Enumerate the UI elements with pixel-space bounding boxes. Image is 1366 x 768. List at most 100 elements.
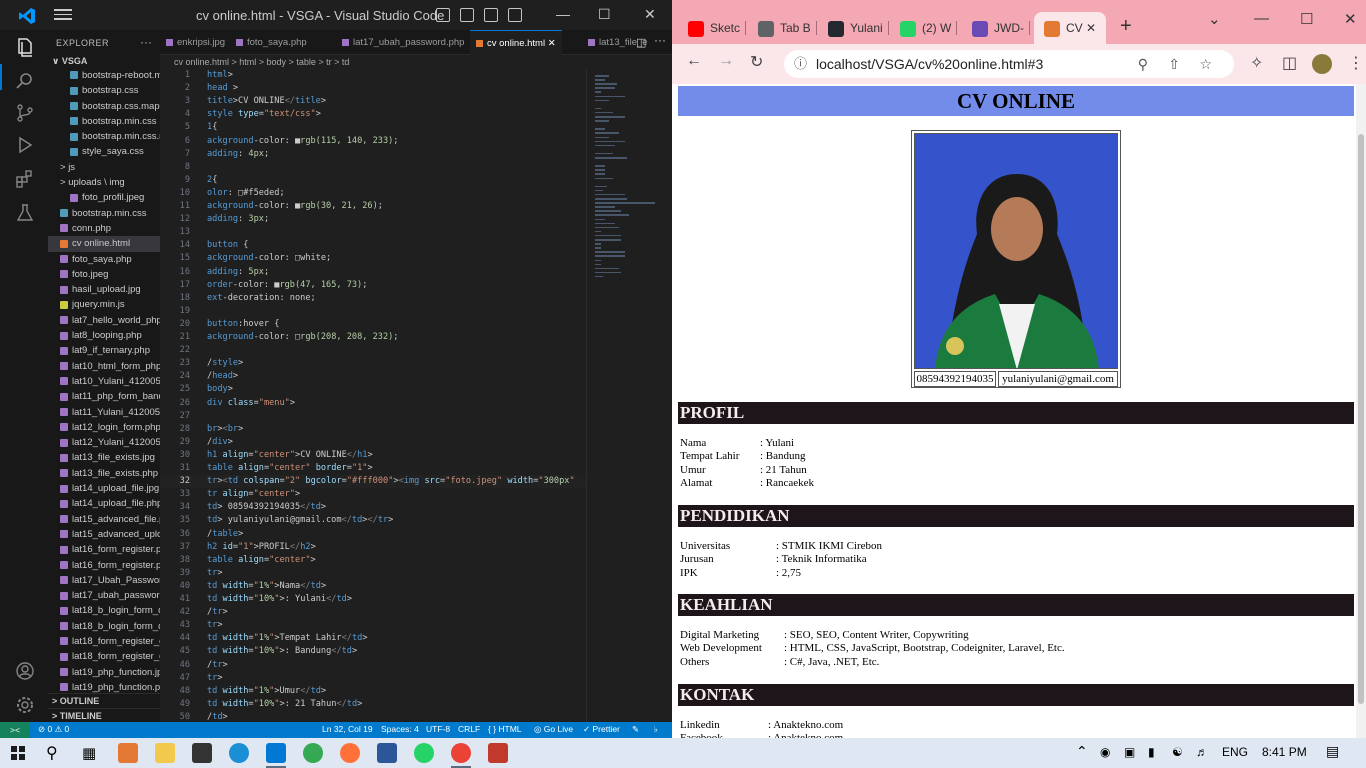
vscode-app-icon[interactable] — [266, 743, 286, 763]
file-tree-item[interactable]: bootstrap.min.css — [48, 206, 160, 221]
file-explorer-icon[interactable] — [155, 743, 175, 763]
cursor-position[interactable]: Ln 32, Col 19 — [322, 724, 373, 734]
file-tree-item[interactable]: lat16_form_register.php — [48, 542, 160, 557]
explorer-more-icon[interactable]: ··· — [140, 35, 152, 49]
code-line[interactable]: 15 ackground-color: □white; — [160, 252, 586, 265]
editor-tab[interactable]: cv online.html ✕ — [470, 30, 562, 55]
account-icon[interactable] — [14, 660, 36, 682]
code-line[interactable]: 23/style> — [160, 357, 586, 370]
maximize-icon[interactable]: ☐ — [1300, 10, 1313, 28]
code-line[interactable]: 17 order-color: ■rgb(47, 165, 73); — [160, 279, 586, 292]
language-indicator[interactable]: ENG — [1222, 745, 1248, 759]
address-bar[interactable]: ⓘ localhost/VSGA/cv%20online.html#3 ⚲ ⇧ … — [784, 50, 1234, 78]
code-line[interactable]: 27 — [160, 410, 586, 423]
file-tree-item[interactable]: lat12_Yulani_4120054... — [48, 435, 160, 450]
windows-start-icon[interactable] — [11, 746, 25, 760]
firefox-app-icon[interactable] — [340, 743, 360, 763]
file-tree-item[interactable]: > uploads \ img — [48, 175, 160, 190]
accounts-status-icon[interactable]: ✎ — [632, 724, 639, 735]
code-line[interactable]: 8 — [160, 161, 586, 174]
code-line[interactable]: 35 td> yulaniyulani@gmail.com</td></tr> — [160, 514, 586, 527]
file-tree-item[interactable]: > js — [48, 160, 160, 175]
code-line[interactable]: 25 body> — [160, 383, 586, 396]
code-line[interactable]: 33 tr align="center"> — [160, 488, 586, 501]
code-line[interactable]: 44 td width="1%">Tempat Lahir</td> — [160, 632, 586, 645]
code-line[interactable]: 45 td width="10%">: Bandung</td> — [160, 645, 586, 658]
browser-tab[interactable]: CV ✕ — [1034, 12, 1107, 44]
testing-icon[interactable] — [14, 202, 36, 224]
code-line[interactable]: 30 h1 align="center">CV ONLINE</h1> — [160, 449, 586, 462]
file-tree-item[interactable]: lat19_php_function.jpg — [48, 665, 160, 680]
file-tree-item[interactable]: foto.jpeg — [48, 267, 160, 282]
code-line[interactable]: 36/table> — [160, 528, 586, 541]
code-line[interactable]: 7 adding: 4px; — [160, 148, 586, 161]
zoom-icon[interactable]: ⚲ — [1138, 50, 1148, 78]
file-tree-item[interactable]: lat17_Ubah_Password.... — [48, 573, 160, 588]
code-line[interactable]: 43 tr> — [160, 619, 586, 632]
code-line[interactable]: 10 olor: □#f5eded; — [160, 187, 586, 200]
browser-tab[interactable]: JWD- — [972, 12, 1030, 44]
code-line[interactable]: 49 td width="10%">: 21 Tahun</td> — [160, 698, 586, 711]
minimap[interactable] — [586, 69, 672, 722]
code-line[interactable]: 12 adding: 3px; — [160, 213, 586, 226]
notification-center-icon[interactable]: ▤ — [1326, 743, 1339, 760]
code-line[interactable]: 37 h2 id="1">PROFIL</h2> — [160, 541, 586, 554]
terminal-app-icon[interactable] — [192, 743, 212, 763]
code-line[interactable]: 26 div class="menu"> — [160, 397, 586, 410]
file-tree-item[interactable]: lat18_form_register_d... — [48, 634, 160, 649]
extensions-icon[interactable] — [14, 168, 36, 190]
code-line[interactable]: 46/tr> — [160, 659, 586, 672]
whatsapp-app-icon[interactable] — [414, 743, 434, 763]
customize-layout-icon[interactable] — [508, 8, 522, 22]
file-tree-item[interactable]: lat17_ubah_password.... — [48, 588, 160, 603]
remote-indicator[interactable]: >< — [0, 722, 30, 738]
indentation[interactable]: Spaces: 4 — [381, 724, 419, 734]
root-folder[interactable]: ∨ VSGA — [48, 56, 160, 67]
code-line[interactable]: 19 — [160, 305, 586, 318]
toggle-sidebar-icon[interactable] — [436, 8, 450, 22]
file-tree-item[interactable]: style_saya.css — [48, 144, 160, 159]
battery-icon[interactable]: ▮ — [1148, 745, 1155, 759]
page-scrollbar[interactable] — [1356, 84, 1366, 738]
code-line[interactable]: 40 td width="1%">Nama</td> — [160, 580, 586, 593]
task-view-icon[interactable]: ▦ — [82, 744, 96, 762]
file-tree-item[interactable]: lat18_b_login_form_d... — [48, 619, 160, 634]
file-tree-item[interactable]: lat10_html_form_php.... — [48, 359, 160, 374]
winrar-app-icon[interactable] — [488, 743, 508, 763]
hamburger-menu-icon[interactable] — [54, 6, 72, 24]
file-tree-item[interactable]: lat8_looping.php — [48, 328, 160, 343]
code-line[interactable]: 42/tr> — [160, 606, 586, 619]
notifications-bell-icon[interactable]: ♭ — [654, 724, 658, 735]
close-tab-icon[interactable]: ✕ — [1083, 21, 1096, 35]
code-line[interactable]: 31 table align="center" border="1"> — [160, 462, 586, 475]
back-arrow-icon[interactable]: ← — [686, 52, 702, 70]
file-tree-item[interactable]: lat16_form_register.png — [48, 558, 160, 573]
file-tree-item[interactable]: lat18_b_login_form_d... — [48, 603, 160, 618]
code-line[interactable]: 24/head> — [160, 370, 586, 383]
chrome-menu-icon[interactable]: ⋮ — [1348, 53, 1364, 73]
show-hidden-icons-chevron-icon[interactable]: ⌃ — [1076, 743, 1088, 760]
explorer-icon[interactable] — [14, 36, 36, 58]
minimize-icon[interactable]: — — [556, 6, 570, 22]
forward-arrow-icon[interactable]: → — [718, 52, 734, 70]
code-line[interactable]: 34 td> 08594392194035</td> — [160, 501, 586, 514]
file-tree-item[interactable]: lat7_hello_world_php.... — [48, 313, 160, 328]
more-actions-icon[interactable]: ··· — [654, 33, 666, 47]
code-line[interactable]: 41 td width="10%">: Yulani</td> — [160, 593, 586, 606]
file-tree-item[interactable]: lat13_file_exists.php — [48, 466, 160, 481]
toggle-panel-icon[interactable] — [460, 8, 474, 22]
file-tree-item[interactable]: lat9_if_ternary.php — [48, 343, 160, 358]
run-debug-icon[interactable] — [14, 134, 36, 156]
reload-icon[interactable]: ↻ — [750, 52, 763, 72]
file-tree-item[interactable]: hasil_upload.jpg — [48, 282, 160, 297]
file-tree-item[interactable]: lat13_file_exists.jpg — [48, 450, 160, 465]
outline-section[interactable]: > OUTLINE — [48, 693, 160, 706]
problems-indicator[interactable]: ⊘ 0 ⚠ 0 — [38, 724, 69, 735]
file-tree-item[interactable]: lat15_advanced_uploa... — [48, 527, 160, 542]
code-line[interactable]: 39 tr> — [160, 567, 586, 580]
prettier-status[interactable]: ✓ Prettier — [583, 724, 620, 735]
code-line[interactable]: 6 ackground-color: ■rgb(115, 140, 233); — [160, 135, 586, 148]
code-line[interactable]: 1 html> — [160, 69, 586, 82]
site-info-icon[interactable]: ⓘ — [794, 50, 807, 78]
code-line[interactable]: 2 head > — [160, 82, 586, 95]
